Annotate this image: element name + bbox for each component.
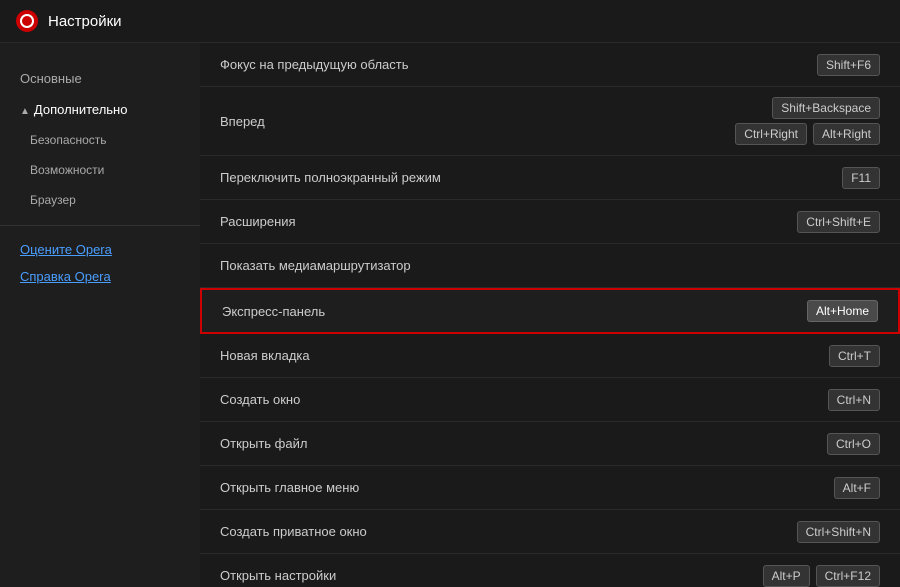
shortcut-row-private-window[interactable]: Создать приватное окно Ctrl+Shift+N — [200, 510, 900, 554]
sidebar-link-rate[interactable]: Оцените Opera — [0, 236, 200, 263]
shortcut-row-fullscreen[interactable]: Переключить полноэкранный режим F11 — [200, 156, 900, 200]
shortcut-keys: Shift+F6 — [817, 54, 880, 76]
shortcut-row-open-file[interactable]: Открыть файл Ctrl+O — [200, 422, 900, 466]
shortcut-label: Переключить полноэкранный режим — [220, 170, 441, 185]
shortcut-keys: Ctrl+T — [829, 345, 880, 367]
sidebar-item-basic[interactable]: Основные — [0, 63, 200, 94]
key-badge-alt-home: Alt+Home — [807, 300, 878, 322]
content-area: Фокус на предыдущую область Shift+F6 Впе… — [200, 43, 900, 587]
key-badge-shift-backspace: Shift+Backspace — [772, 97, 880, 119]
shortcut-label: Экспресс-панель — [222, 304, 325, 319]
page-title: Настройки — [48, 13, 122, 30]
shortcut-row-extensions[interactable]: Расширения Ctrl+Shift+E — [200, 200, 900, 244]
shortcut-label: Расширения — [220, 214, 296, 229]
main-layout: Основные ▲Дополнительно Безопасность Воз… — [0, 43, 900, 587]
sidebar: Основные ▲Дополнительно Безопасность Воз… — [0, 43, 200, 587]
key-badge-alt-p: Alt+P — [763, 565, 810, 587]
sidebar-item-features[interactable]: Возможности — [0, 155, 200, 185]
key-badge: Shift+F6 — [817, 54, 880, 76]
shortcut-keys: Alt+F — [834, 477, 880, 499]
sidebar-item-security[interactable]: Безопасность — [0, 125, 200, 155]
shortcut-row-open-menu[interactable]: Открыть главное меню Alt+F — [200, 466, 900, 510]
shortcut-keys: Ctrl+N — [828, 389, 880, 411]
key-row: Shift+Backspace — [772, 97, 880, 119]
shortcut-row-speed-dial[interactable]: Экспресс-панель Alt+Home — [200, 288, 900, 334]
key-badge-alt-f: Alt+F — [834, 477, 880, 499]
shortcut-row-new-window[interactable]: Создать окно Ctrl+N — [200, 378, 900, 422]
sidebar-link-help[interactable]: Справка Opera — [0, 263, 200, 290]
app-container: Настройки Основные ▲Дополнительно Безопа… — [0, 0, 900, 587]
shortcut-row-focus-prev[interactable]: Фокус на предыдущую область Shift+F6 — [200, 43, 900, 87]
sidebar-item-browser[interactable]: Браузер — [0, 185, 200, 215]
multi-key-group: Shift+Backspace Ctrl+Right Alt+Right — [735, 97, 880, 145]
key-badge-ctrl-shift-e: Ctrl+Shift+E — [797, 211, 880, 233]
key-badge-ctrl-shift-n: Ctrl+Shift+N — [797, 521, 880, 543]
key-badge-f11: F11 — [842, 167, 880, 189]
shortcut-keys: Ctrl+O — [827, 433, 880, 455]
sidebar-divider — [0, 225, 200, 226]
shortcut-label: Создать окно — [220, 392, 300, 407]
shortcut-keys: Ctrl+Shift+N — [797, 521, 880, 543]
key-badge-ctrl-n: Ctrl+N — [828, 389, 880, 411]
key-badge-ctrl-right: Ctrl+Right — [735, 123, 807, 145]
shortcut-row-media-router[interactable]: Показать медиамаршрутизатор — [200, 244, 900, 288]
shortcut-keys: F11 — [842, 167, 880, 189]
shortcut-keys: Shift+Backspace Ctrl+Right Alt+Right — [735, 97, 880, 145]
shortcut-keys: Ctrl+Shift+E — [797, 211, 880, 233]
shortcut-row-forward[interactable]: Вперед Shift+Backspace Ctrl+Right Alt+Ri… — [200, 87, 900, 156]
shortcut-keys: Alt+Home — [807, 300, 878, 322]
shortcuts-table: Фокус на предыдущую область Shift+F6 Впе… — [200, 43, 900, 587]
shortcut-row-open-settings[interactable]: Открыть настройки Alt+P Ctrl+F12 — [200, 554, 900, 587]
key-badge-ctrl-o: Ctrl+O — [827, 433, 880, 455]
expand-icon: ▲ — [20, 106, 30, 117]
key-row-2: Ctrl+Right Alt+Right — [735, 123, 880, 145]
shortcut-row-new-tab[interactable]: Новая вкладка Ctrl+T — [200, 334, 900, 378]
shortcut-label: Открыть настройки — [220, 568, 336, 583]
opera-logo-icon — [16, 10, 38, 32]
shortcut-label: Новая вкладка — [220, 348, 310, 363]
sidebar-item-advanced[interactable]: ▲Дополнительно — [0, 94, 200, 125]
shortcut-label: Открыть файл — [220, 436, 307, 451]
key-badge-alt-right: Alt+Right — [813, 123, 880, 145]
shortcut-label: Показать медиамаршрутизатор — [220, 258, 411, 273]
shortcut-label: Фокус на предыдущую область — [220, 57, 409, 72]
shortcut-label: Вперед — [220, 114, 265, 129]
shortcut-label: Создать приватное окно — [220, 524, 367, 539]
shortcut-label: Открыть главное меню — [220, 480, 359, 495]
key-badge-ctrl-f12: Ctrl+F12 — [816, 565, 880, 587]
shortcut-keys: Alt+P Ctrl+F12 — [763, 565, 880, 587]
key-badge-ctrl-t: Ctrl+T — [829, 345, 880, 367]
title-bar: Настройки — [0, 0, 900, 43]
